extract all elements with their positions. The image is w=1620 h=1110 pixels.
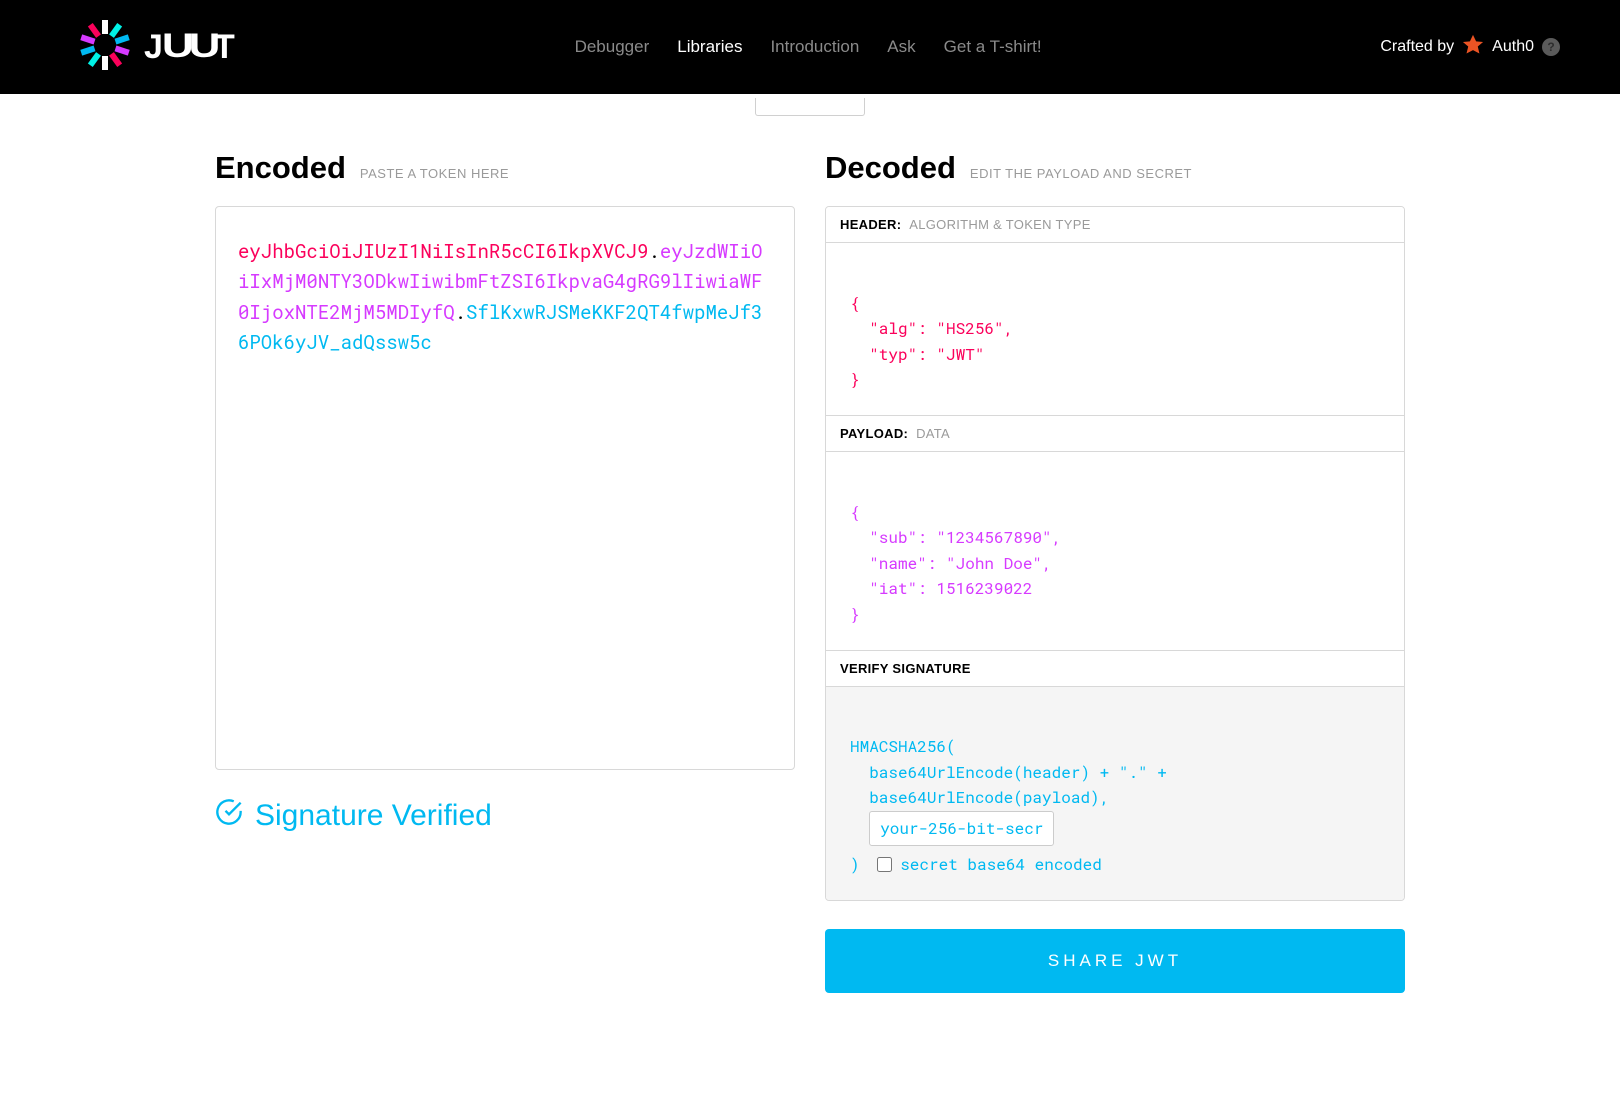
- secret-input[interactable]: [869, 811, 1054, 846]
- jwt-text-icon: JUUT: [144, 28, 236, 67]
- help-icon[interactable]: ?: [1542, 38, 1560, 56]
- payload-sublabel: DATA: [916, 426, 950, 441]
- encoded-subtitle: PASTE A TOKEN HERE: [360, 166, 509, 181]
- jwt-star-icon: [80, 20, 130, 75]
- encoded-title: Encoded PASTE A TOKEN HERE: [215, 150, 795, 186]
- auth0-brand-text[interactable]: Auth0: [1492, 38, 1534, 56]
- nav-tshirt[interactable]: Get a T-shirt!: [944, 37, 1042, 57]
- logo[interactable]: JUUT: [80, 20, 236, 75]
- crafted-by: Crafted by Auth0 ?: [1380, 34, 1560, 61]
- decoded-column: Decoded EDIT THE PAYLOAD AND SECRET HEAD…: [825, 150, 1405, 993]
- decoded-subtitle: EDIT THE PAYLOAD AND SECRET: [970, 166, 1192, 181]
- signature-status-text: Signature Verified: [255, 799, 492, 833]
- nav-libraries[interactable]: Libraries: [677, 37, 742, 57]
- token-dot: .: [455, 300, 466, 325]
- crafted-by-label: Crafted by: [1380, 38, 1454, 56]
- token-header-part: eyJhbGciOiJIUzI1NiIsInR5cCI6IkpXVCJ9: [238, 239, 648, 264]
- decoded-title: Decoded EDIT THE PAYLOAD AND SECRET: [825, 150, 1405, 186]
- payload-section-title: PAYLOAD: DATA: [826, 416, 1404, 452]
- nav-introduction[interactable]: Introduction: [770, 37, 859, 57]
- top-header: JUUT Debugger Libraries Introduction Ask…: [0, 0, 1620, 94]
- nav-ask[interactable]: Ask: [887, 37, 915, 57]
- header-json-editor[interactable]: { "alg": "HS256", "typ": "JWT" }: [826, 243, 1404, 416]
- encoded-column: Encoded PASTE A TOKEN HERE eyJhbGciOiJIU…: [215, 150, 795, 993]
- signature-label: VERIFY SIGNATURE: [840, 661, 971, 676]
- sig-line: HMACSHA256(: [850, 736, 956, 757]
- signature-section-title: VERIFY SIGNATURE: [826, 651, 1404, 687]
- decoded-heading: Decoded: [825, 150, 956, 186]
- base64-checkbox[interactable]: [877, 857, 892, 872]
- main-nav: Debugger Libraries Introduction Ask Get …: [575, 37, 1042, 57]
- header-sublabel: ALGORITHM & TOKEN TYPE: [909, 217, 1090, 232]
- header-section-title: HEADER: ALGORITHM & TOKEN TYPE: [826, 207, 1404, 243]
- signature-status: Signature Verified: [215, 798, 795, 834]
- payload-json-editor[interactable]: { "sub": "1234567890", "name": "John Doe…: [826, 452, 1404, 651]
- decoded-box: HEADER: ALGORITHM & TOKEN TYPE { "alg": …: [825, 206, 1405, 901]
- auth0-logo-icon[interactable]: [1462, 34, 1484, 61]
- signature-body: HMACSHA256( base64UrlEncode(header) + ".…: [826, 687, 1404, 900]
- token-dot: .: [648, 239, 659, 264]
- token-input[interactable]: eyJhbGciOiJIUzI1NiIsInR5cCI6IkpXVCJ9.eyJ…: [215, 206, 795, 770]
- nav-debugger[interactable]: Debugger: [575, 37, 650, 57]
- encoded-heading: Encoded: [215, 150, 346, 186]
- algorithm-row: [0, 94, 1620, 120]
- check-circle-icon: [215, 798, 243, 834]
- header-label: HEADER:: [840, 217, 901, 232]
- sig-line: base64UrlEncode(payload),: [850, 787, 1109, 808]
- share-jwt-button[interactable]: SHARE JWT: [825, 929, 1405, 993]
- payload-label: PAYLOAD:: [840, 426, 908, 441]
- sig-close-paren: ): [850, 852, 869, 878]
- base64-checkbox-label[interactable]: secret base64 encoded: [900, 852, 1102, 878]
- sig-line: base64UrlEncode(header) + "." +: [850, 762, 1167, 783]
